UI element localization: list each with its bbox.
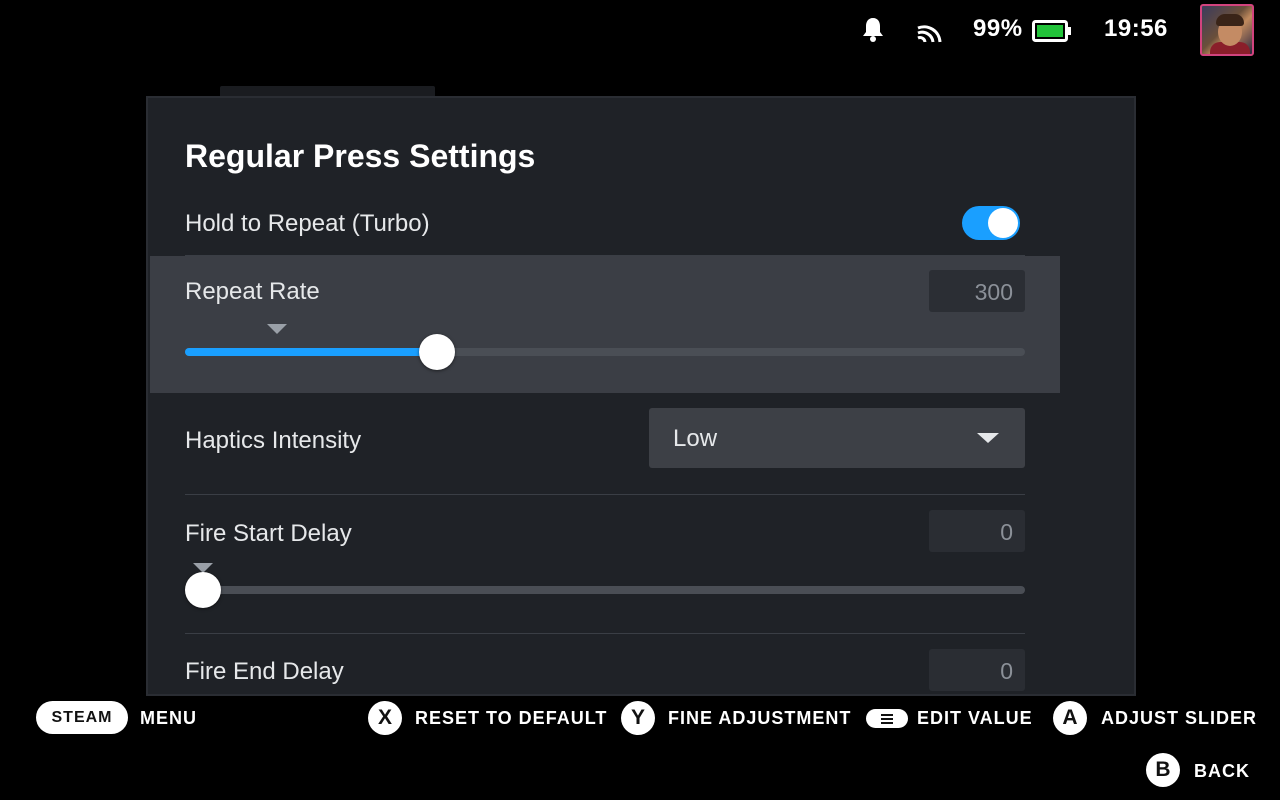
divider bbox=[185, 494, 1025, 495]
hold-to-repeat-label: Hold to Repeat (Turbo) bbox=[185, 210, 430, 237]
default-marker bbox=[267, 324, 288, 334]
divider bbox=[185, 633, 1025, 634]
clock: 19:56 bbox=[1104, 15, 1168, 42]
steam-button[interactable]: STEAM bbox=[36, 701, 128, 734]
reset-to-default-hint[interactable]: RESET TO DEFAULT bbox=[415, 708, 607, 729]
status-bar: 99% 19:56 bbox=[0, 0, 1280, 60]
repeat-rate-slider[interactable] bbox=[185, 348, 1025, 356]
repeat-rate-slider-thumb[interactable] bbox=[419, 334, 455, 370]
repeat-rate-label: Repeat Rate bbox=[185, 278, 320, 305]
slider-fill bbox=[185, 348, 437, 356]
x-button-icon[interactable]: X bbox=[368, 701, 402, 735]
repeat-rate-value[interactable]: 300 bbox=[929, 270, 1025, 312]
fire-start-delay-slider-thumb[interactable] bbox=[185, 572, 221, 608]
menu-hint[interactable]: MENU bbox=[140, 708, 197, 729]
edit-value-hint[interactable]: EDIT VALUE bbox=[917, 708, 1033, 729]
fire-start-delay-value[interactable]: 0 bbox=[929, 510, 1025, 552]
bell-icon[interactable] bbox=[861, 16, 885, 42]
fire-end-delay-label: Fire End Delay bbox=[185, 658, 344, 685]
fire-start-delay-label: Fire Start Delay bbox=[185, 520, 352, 547]
hold-to-repeat-toggle[interactable] bbox=[962, 206, 1020, 240]
back-hint[interactable]: BACK bbox=[1194, 761, 1250, 782]
dialog-title: Regular Press Settings bbox=[185, 138, 536, 174]
menu-button-icon[interactable] bbox=[866, 709, 908, 728]
toggle-knob bbox=[988, 208, 1018, 238]
battery-percent: 99% bbox=[973, 15, 1023, 42]
chevron-down-icon bbox=[977, 433, 999, 443]
fire-start-delay-slider[interactable] bbox=[185, 586, 1025, 594]
fine-adjustment-hint[interactable]: FINE ADJUSTMENT bbox=[668, 708, 851, 729]
fire-end-delay-value[interactable]: 0 bbox=[929, 649, 1025, 691]
button-hints-bar: STEAM MENU X RESET TO DEFAULT Y FINE ADJ… bbox=[0, 690, 1280, 800]
avatar[interactable] bbox=[1200, 4, 1254, 56]
b-button-icon[interactable]: B bbox=[1146, 753, 1180, 787]
wifi-icon[interactable] bbox=[916, 20, 942, 44]
dropdown-value: Low bbox=[673, 425, 718, 452]
haptics-intensity-label: Haptics Intensity bbox=[185, 427, 362, 454]
a-button-icon[interactable]: A bbox=[1053, 701, 1087, 735]
y-button-icon[interactable]: Y bbox=[621, 701, 655, 735]
battery-icon bbox=[1032, 20, 1071, 42]
regular-press-settings-dialog: Regular Press Settings Hold to Repeat (T… bbox=[146, 96, 1136, 696]
repeat-rate-row[interactable]: Repeat Rate 300 bbox=[150, 256, 1060, 393]
adjust-slider-hint[interactable]: ADJUST SLIDER bbox=[1101, 708, 1257, 729]
haptics-intensity-dropdown[interactable]: Low bbox=[649, 408, 1025, 468]
